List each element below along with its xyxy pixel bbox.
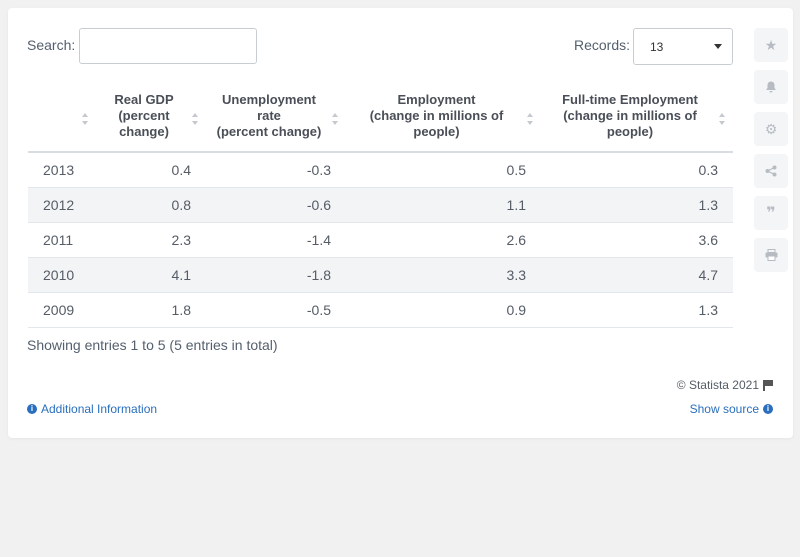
table-header-row: Real GDP (percent change) Unemployment rate(… [28,88,733,153]
share-icon [765,165,777,177]
column-header-label: people) [606,123,654,139]
favorite-button[interactable]: ★ [754,28,788,62]
value-cell: 0.5 [346,152,541,188]
column-header-label: (change in millions of [563,107,697,123]
value-cell: -0.6 [206,187,346,223]
value-cell: 0.9 [346,292,541,328]
records-select[interactable]: 13 [633,28,733,65]
cite-button[interactable]: ❞ [754,196,788,230]
entries-summary: Showing entries 1 to 5 (5 entries in tot… [27,337,278,353]
sort-icon [192,112,200,127]
column-header-label: (change in millions of [369,107,504,123]
table-row: 2010 4.1 -1.8 3.3 4.7 [28,257,733,293]
column-header-label: Employment [397,91,476,107]
value-cell: 2.3 [96,222,206,258]
sort-icon [82,112,90,127]
value-cell: 3.3 [346,257,541,293]
value-cell: 1.1 [346,187,541,223]
action-sidebar: ★ ⚙ ❞ [754,28,788,280]
column-header-label: Full-time Employment [562,91,698,107]
table-row: 2011 2.3 -1.4 2.6 3.6 [28,222,733,258]
year-cell: 2011 [28,222,96,258]
column-header[interactable] [28,88,96,153]
column-header-label: Real GDP [114,91,174,107]
search-label: Search: [27,37,76,53]
column-header[interactable]: Full-time Employment (change in millions … [541,88,733,153]
show-source-link[interactable]: Show source i [690,402,773,416]
additional-information-link[interactable]: i Additional Information [27,402,157,416]
column-header-label: rate [257,107,281,123]
value-cell: 3.6 [541,222,733,258]
column-header[interactable]: Real GDP (percent change) [96,88,206,153]
additional-information-label: Additional Information [41,402,158,416]
value-cell: 4.7 [541,257,733,293]
chevron-down-icon [714,44,722,49]
column-header[interactable]: Employment (change in millions of people) [346,88,541,153]
sort-icon [332,112,340,127]
table-row: 2009 1.8 -0.5 0.9 1.3 [28,292,733,328]
table-row: 2012 0.8 -0.6 1.1 1.3 [28,187,733,223]
sort-icon [719,112,727,127]
value-cell: 0.3 [541,152,733,188]
value-cell: -0.3 [206,152,346,188]
bell-icon [766,81,776,92]
print-icon [765,249,777,261]
print-button[interactable] [754,238,788,272]
records-value: 13 [650,40,664,54]
statistic-card: Search: Records: 13 Real GDP (percent chan… [8,8,793,438]
table-row: 2013 0.4 -0.3 0.5 0.3 [28,152,733,188]
column-header-label: (percent [118,107,170,123]
value-cell: -1.4 [206,222,346,258]
gear-icon: ⚙ [764,120,778,137]
share-button[interactable] [754,154,788,188]
search-input[interactable] [79,28,257,64]
copyright: © Statista 2021 [677,378,773,392]
settings-button[interactable]: ⚙ [754,112,788,146]
column-header[interactable]: Unemployment rate (percent change) [206,88,346,153]
star-icon: ★ [764,36,778,53]
table-body: 2013 0.4 -0.3 0.5 0.3 2012 0.8 -0.6 1.1 1.3 2011 2.… [28,152,733,328]
value-cell: 1.3 [541,292,733,328]
info-icon: i [763,404,773,414]
data-table: Real GDP (percent change) Unemployment rate(… [28,88,733,328]
copyright-text: © Statista 2021 [676,378,759,392]
year-cell: 2013 [28,152,96,188]
value-cell: 1.8 [96,292,206,328]
column-header-label: change) [119,123,169,139]
year-cell: 2010 [28,257,96,293]
records-label: Records: [574,37,631,53]
value-cell: 0.4 [96,152,206,188]
sort-icon [527,112,535,127]
value-cell: -0.5 [206,292,346,328]
notification-button[interactable] [754,70,788,104]
column-header-label: people) [413,123,460,139]
show-source-label: Show source [689,402,759,416]
column-header-label: (percent change) [216,123,322,139]
value-cell: 0.8 [96,187,206,223]
year-cell: 2012 [28,187,96,223]
quote-icon: ❞ [766,205,776,222]
value-cell: -1.8 [206,257,346,293]
info-icon: i [27,404,37,414]
column-header-label: Unemployment [222,91,316,107]
value-cell: 1.3 [541,187,733,223]
year-cell: 2009 [28,292,96,328]
flag-icon[interactable] [763,379,773,391]
value-cell: 4.1 [96,257,206,293]
value-cell: 2.6 [346,222,541,258]
